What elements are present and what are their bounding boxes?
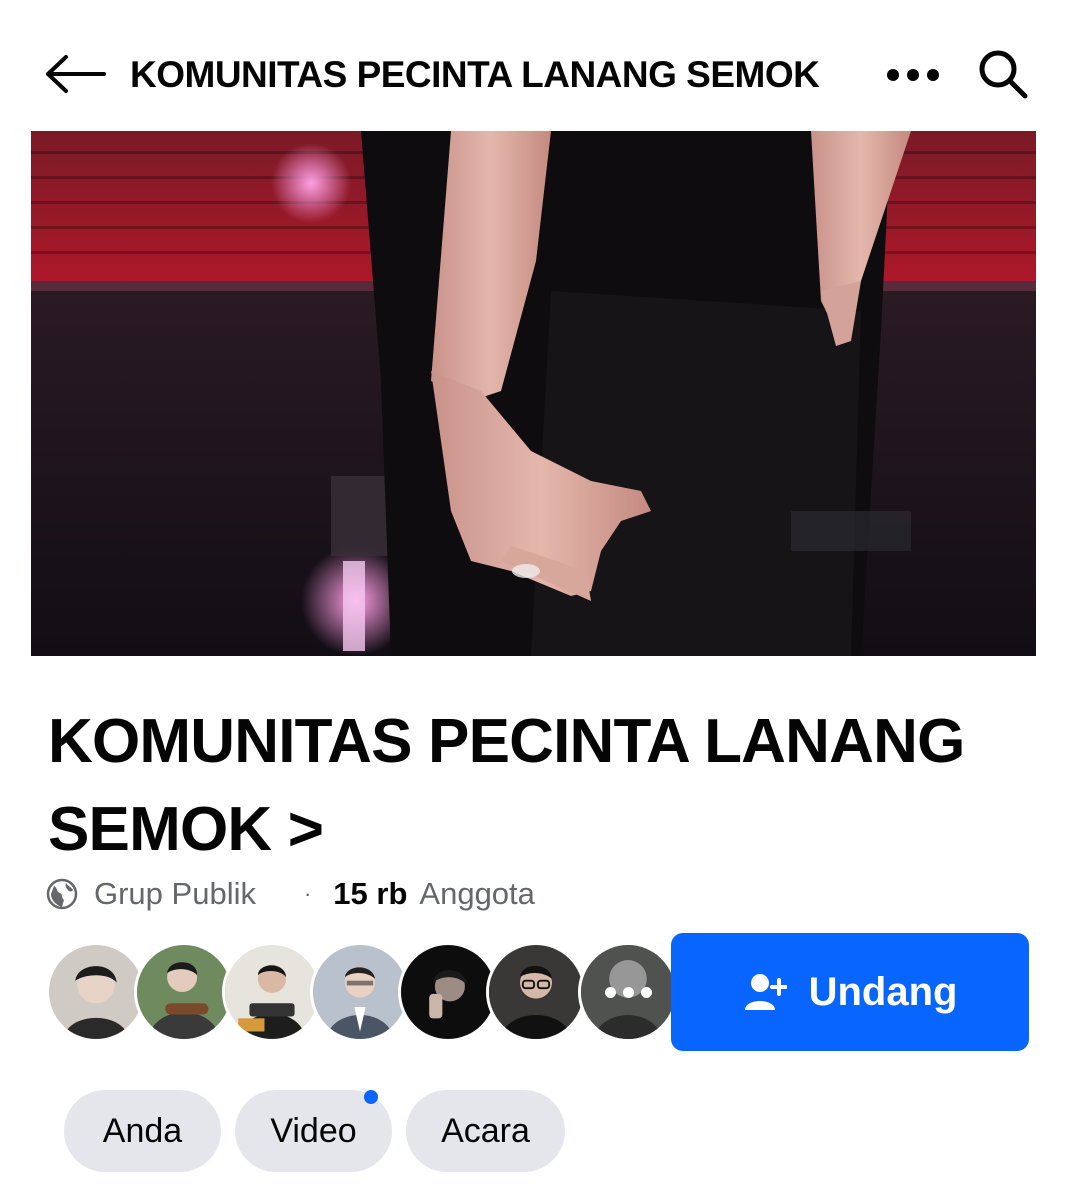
- invite-button[interactable]: Undang: [671, 933, 1029, 1051]
- tab-acara[interactable]: Acara: [406, 1090, 565, 1172]
- meta-separator: ·: [303, 881, 312, 906]
- top-bar: KOMUNITAS PECINTA LANANG SEMOK: [0, 0, 1067, 132]
- tab-video[interactable]: Video: [235, 1090, 392, 1172]
- more-options-button[interactable]: [880, 50, 946, 100]
- more-horizontal-icon: [887, 69, 939, 81]
- member-count[interactable]: 15 rb: [333, 876, 407, 912]
- avatar[interactable]: [222, 942, 322, 1042]
- notification-dot: [364, 1090, 378, 1104]
- avatar[interactable]: [310, 942, 410, 1042]
- avatar[interactable]: [134, 942, 234, 1042]
- add-person-icon: [744, 974, 787, 1010]
- privacy-label: Grup Publik: [94, 876, 256, 911]
- search-button[interactable]: [970, 44, 1036, 104]
- cover-photo[interactable]: [31, 131, 1036, 656]
- avatar[interactable]: [486, 942, 586, 1042]
- globe-icon: [46, 878, 78, 910]
- arrow-left-icon: [46, 55, 106, 93]
- header-title: KOMUNITAS PECINTA LANANG SEMOK: [130, 54, 820, 95]
- avatar[interactable]: [398, 942, 498, 1042]
- group-meta: Grup Publik · 15 rb Anggota: [46, 872, 535, 916]
- group-name-link[interactable]: KOMUNITAS PECINTA LANANG SEMOK >: [48, 698, 1038, 874]
- tab-label: Video: [270, 1111, 357, 1150]
- tab-label: Acara: [441, 1111, 530, 1150]
- avatar[interactable]: [46, 942, 146, 1042]
- member-avatars[interactable]: [46, 942, 678, 1042]
- more-members-avatar[interactable]: [578, 942, 678, 1042]
- tab-label: Anda: [102, 1111, 183, 1150]
- tab-anda[interactable]: Anda: [64, 1090, 221, 1172]
- more-horizontal-icon: [581, 945, 675, 1039]
- search-icon: [979, 50, 1028, 99]
- invite-button-label: Undang: [808, 969, 958, 1014]
- group-tabs: Anda Video Acara: [64, 1090, 565, 1172]
- back-button[interactable]: [40, 44, 110, 104]
- member-label[interactable]: Anggota: [419, 876, 535, 912]
